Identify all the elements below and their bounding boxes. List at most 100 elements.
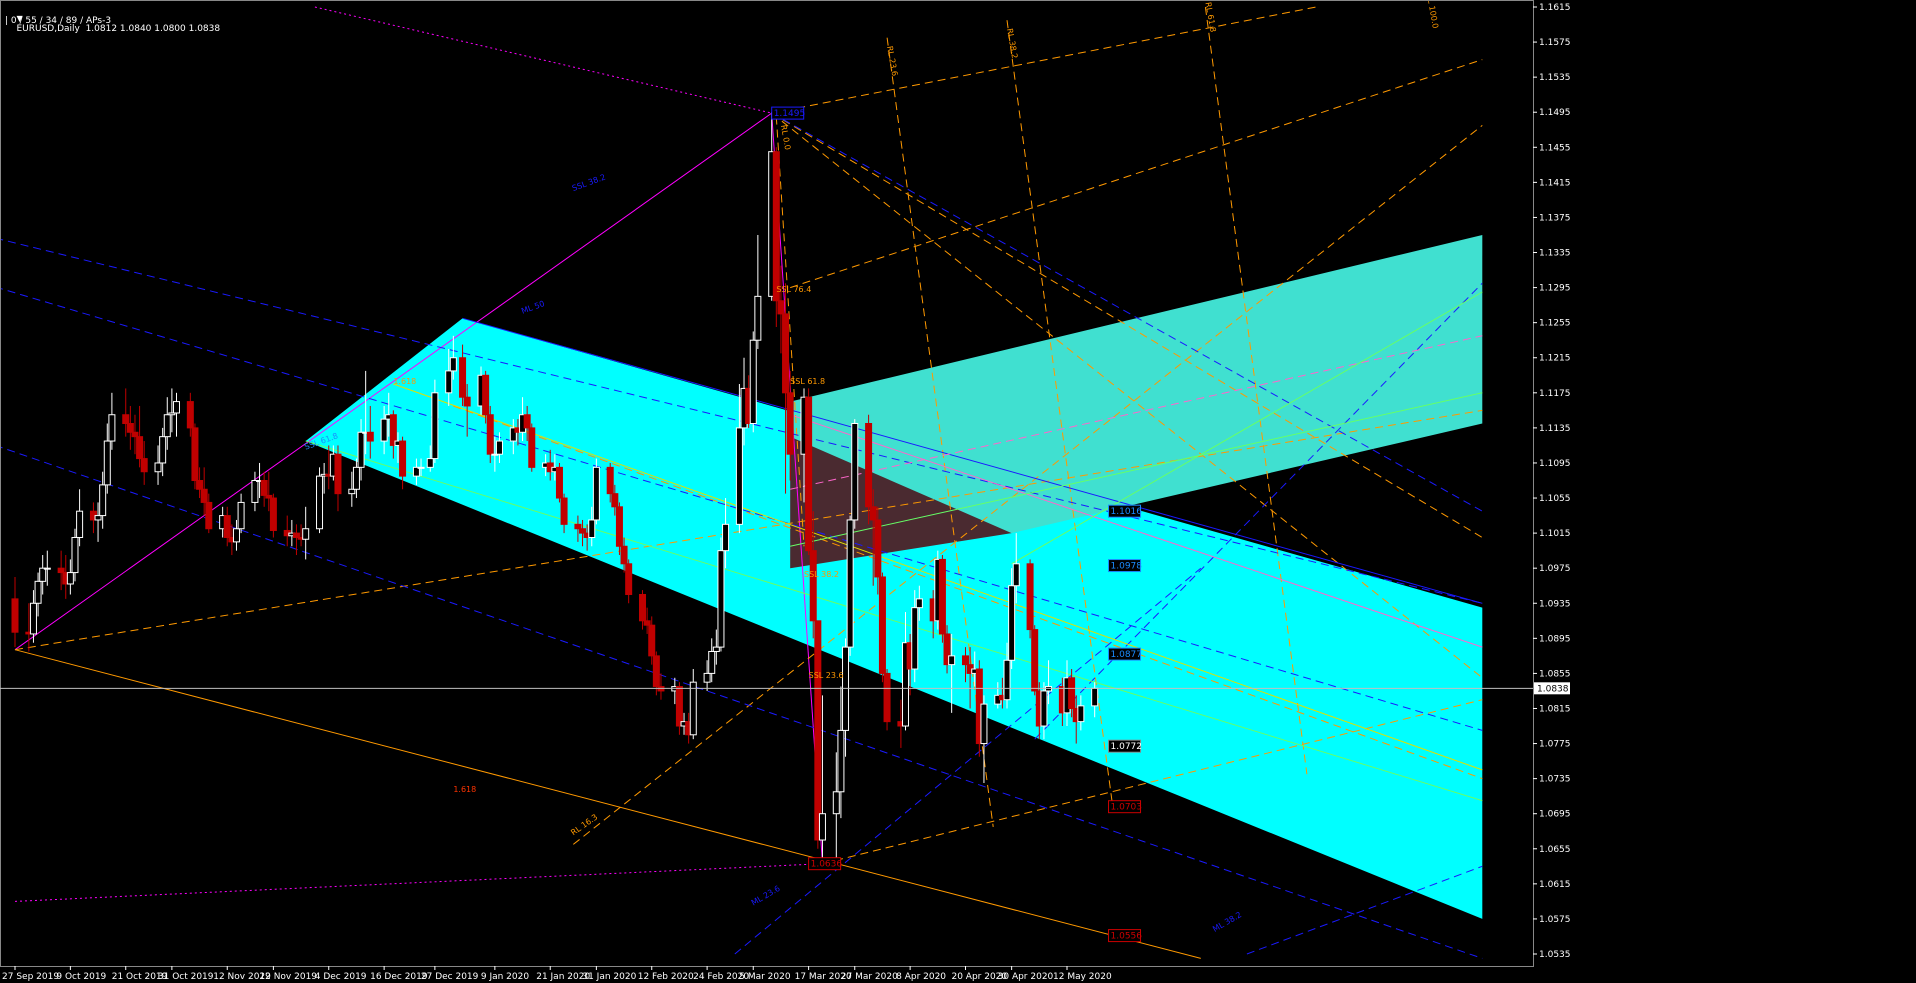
candle [269, 493, 277, 538]
candle-body [805, 396, 813, 552]
candle [126, 405, 134, 450]
candle [1026, 559, 1034, 639]
candle [316, 467, 324, 534]
candle-body [172, 401, 180, 414]
price-tag-label: 1.0978 [1111, 562, 1143, 572]
orange-fan-5 [771, 6, 1317, 114]
time-tick-label: 9 Oct 2019 [56, 972, 106, 982]
candle-body [495, 440, 503, 455]
time-tick-label: 12 May 2020 [1053, 972, 1112, 982]
candle [108, 392, 116, 450]
time-tick-label: 30 Apr 2020 [998, 972, 1054, 982]
candle-body [786, 392, 794, 455]
candle [878, 572, 886, 683]
candle [260, 471, 268, 507]
candle-body [611, 493, 619, 508]
chart-window[interactable]: ▼ EURUSD,Daily 1.0812 1.0840 1.0800 1.08… [0, 0, 1916, 983]
candle [805, 388, 813, 556]
candle-body [615, 506, 623, 547]
candle [883, 669, 891, 731]
time-tick-label: 27 Sep 2019 [2, 972, 59, 982]
candle-body [846, 519, 854, 648]
candle-body [71, 536, 79, 574]
candle-body [126, 423, 134, 433]
candle-body [29, 602, 37, 635]
candle-body [588, 519, 596, 538]
candle-body [159, 436, 167, 464]
candle-body [302, 528, 310, 540]
candle [846, 515, 854, 656]
candle-body [837, 729, 845, 793]
candle-body [34, 580, 42, 604]
price-tick-label: 1.1095 [1539, 459, 1571, 469]
candle-body [961, 655, 969, 666]
candle-body [639, 593, 647, 622]
price-tick-label: 1.1495 [1539, 108, 1571, 118]
candle-body [948, 655, 956, 666]
time-tick-label: 16 Dec 2019 [370, 972, 428, 982]
time-tick-label: 22 Nov 2019 [259, 972, 317, 982]
price-chart[interactable]: RL 0.0RL 23.6RL 38.2RL 61.8 RL 100.0SSL 7… [0, 0, 1916, 983]
candle-body [754, 295, 762, 341]
candle-body [869, 506, 877, 521]
candle-body [606, 466, 614, 495]
time-tick-label: 27 Mar 2020 [841, 972, 898, 982]
candle-body [43, 567, 51, 570]
time-tick-label: 5 Mar 2020 [739, 972, 791, 982]
candle-body [782, 313, 790, 394]
candle-body [592, 466, 600, 521]
candle [980, 695, 988, 784]
time-tick-label: 12 Feb 2020 [638, 972, 694, 982]
time-tick-label: 31 Jan 2020 [582, 972, 636, 982]
candle-body [832, 791, 840, 815]
blue-upward-3 [1246, 865, 1483, 955]
candle-body [722, 523, 730, 552]
price-tick-label: 1.0615 [1539, 880, 1571, 890]
candle-body [66, 572, 74, 585]
line-label: RL 23.6 [885, 45, 899, 76]
candle-body [131, 431, 139, 438]
candle-body [237, 501, 245, 530]
line-label: SSL 23.6 [809, 671, 844, 680]
line-label: ML 50 [520, 299, 546, 316]
candle-body [140, 458, 148, 473]
candle-body [380, 418, 388, 442]
price-tick-label: 1.0935 [1539, 599, 1571, 609]
candle-body [426, 458, 434, 468]
price-axis-bg [1533, 0, 1916, 983]
candle-body [316, 475, 324, 530]
price-tick-label: 1.0775 [1539, 740, 1571, 750]
candle-body [1077, 705, 1085, 723]
candle [717, 537, 725, 652]
candle-body [191, 427, 199, 481]
price-tick-label: 1.1335 [1539, 249, 1571, 259]
candle-body [196, 480, 204, 490]
candle [592, 458, 600, 525]
price-tick-label: 1.1055 [1539, 494, 1571, 504]
candle-body [809, 550, 817, 622]
price-tag-label: 1.1016 [1111, 507, 1143, 517]
candle-body [528, 427, 536, 468]
line-label: SSL 76.4 [776, 285, 811, 294]
candle-body [486, 414, 494, 455]
candle-body [1091, 687, 1099, 707]
price-tag-label: 1.0636 [811, 860, 843, 870]
magenta-bottom-dotted [14, 863, 823, 902]
candle [754, 234, 762, 349]
candle-body [574, 523, 582, 530]
candle [689, 669, 697, 740]
candle-body [1003, 659, 1011, 701]
candle-body [1026, 563, 1034, 631]
candle-body [703, 672, 711, 683]
candle-body [883, 672, 891, 723]
candle-body [911, 607, 919, 670]
candle [749, 331, 757, 433]
candle [76, 489, 84, 547]
candle-body [482, 374, 490, 416]
candle-body [205, 501, 213, 530]
candle-body [260, 480, 268, 496]
price-tick-label: 1.0655 [1539, 845, 1571, 855]
price-tick-label: 1.1415 [1539, 178, 1571, 188]
candle [191, 423, 199, 490]
price-tick-label: 1.1575 [1539, 38, 1571, 48]
